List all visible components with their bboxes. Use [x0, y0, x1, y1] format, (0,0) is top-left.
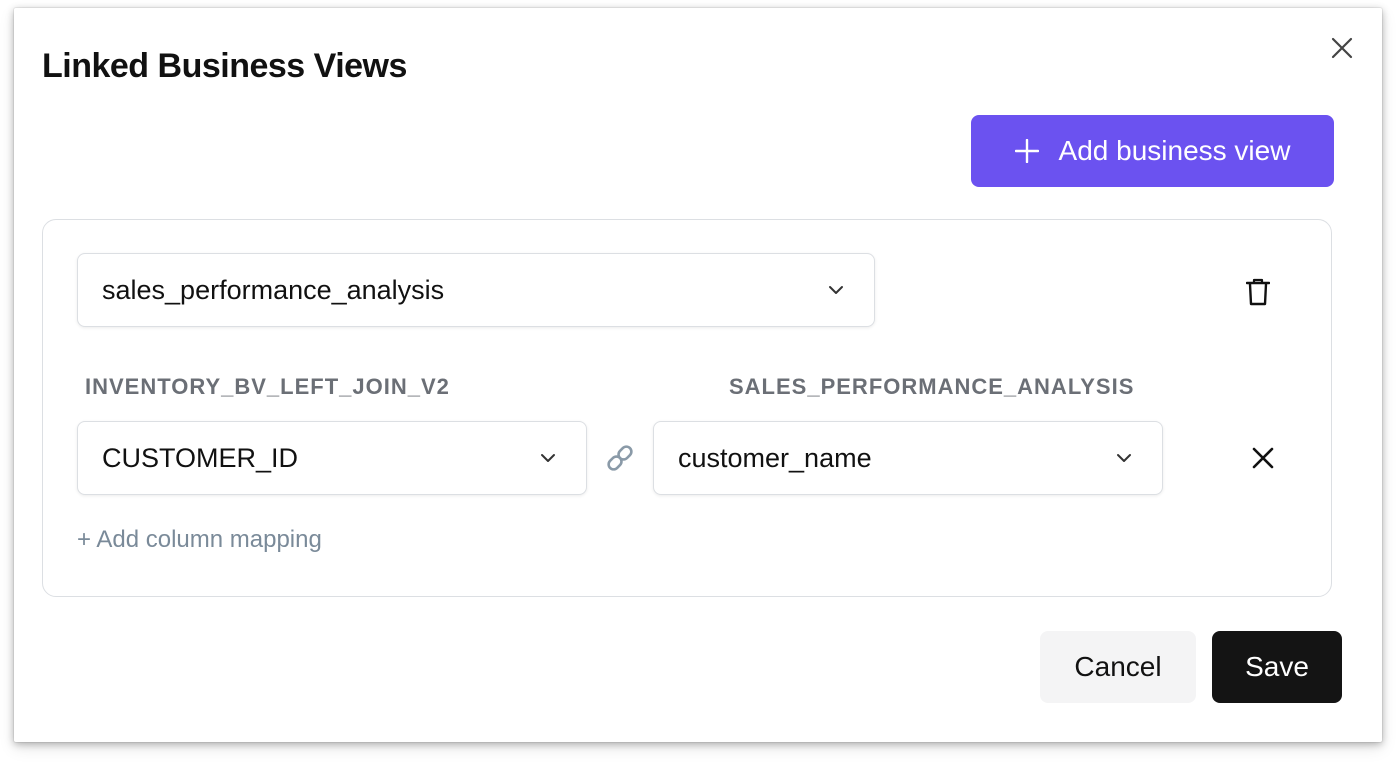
- business-view-card: sales_performance_analysis INVENTORY_BV_…: [42, 219, 1332, 597]
- chevron-down-icon: [828, 285, 844, 295]
- left-column-header: INVENTORY_BV_LEFT_JOIN_V2: [85, 374, 450, 399]
- right-column-select[interactable]: customer_name: [653, 421, 1163, 495]
- trash-icon: [1246, 278, 1270, 306]
- chevron-down-icon: [1116, 453, 1132, 463]
- delete-business-view-button[interactable]: [1243, 275, 1273, 309]
- right-column-header: SALES_PERFORMANCE_ANALYSIS: [729, 374, 1135, 399]
- close-icon: [1331, 37, 1353, 59]
- plus-icon: [1014, 139, 1039, 163]
- linked-business-views-dialog: Linked Business Views Add business view …: [14, 8, 1382, 742]
- left-column-select-value: CUSTOMER_ID: [102, 442, 299, 473]
- left-column-select[interactable]: CUSTOMER_ID: [77, 421, 587, 495]
- close-icon: [1252, 447, 1274, 469]
- dialog-title: Linked Business Views: [42, 47, 407, 85]
- cancel-button[interactable]: Cancel: [1040, 631, 1196, 703]
- business-view-select-value: sales_performance_analysis: [102, 274, 445, 305]
- close-dialog-button[interactable]: [1326, 32, 1358, 64]
- save-button[interactable]: Save: [1212, 631, 1342, 703]
- right-column-select-value: customer_name: [678, 442, 872, 473]
- business-view-select[interactable]: sales_performance_analysis: [77, 253, 875, 327]
- add-business-view-label: Add business view: [1058, 135, 1291, 166]
- remove-mapping-button[interactable]: [1249, 444, 1277, 472]
- link-icon: [604, 442, 636, 474]
- add-business-view-button[interactable]: Add business view: [971, 115, 1334, 187]
- add-column-mapping-link[interactable]: + Add column mapping: [77, 526, 322, 554]
- chevron-down-icon: [540, 453, 556, 463]
